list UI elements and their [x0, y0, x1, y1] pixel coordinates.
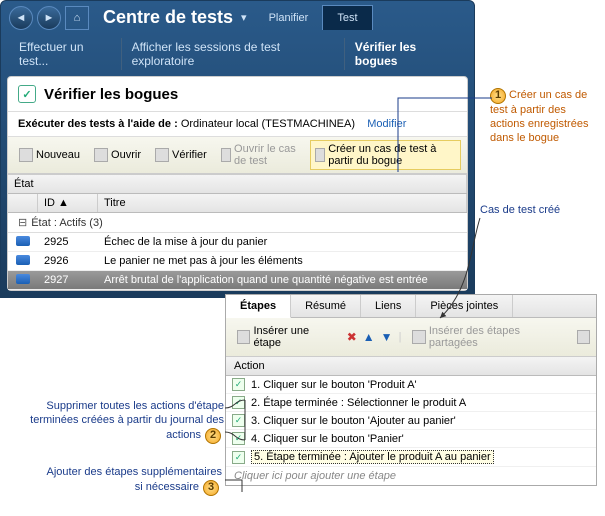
create-case-from-bug-button[interactable]: Créer un cas de test à partir du bogue — [310, 140, 461, 170]
collapse-icon[interactable]: ⊟ — [18, 217, 27, 229]
table-row[interactable]: 2925 Échec de la mise à jour du panier — [8, 233, 467, 252]
step-icon: ✓ — [232, 451, 245, 464]
table-row-selected[interactable]: 2927 Arrêt brutal de l'application quand… — [8, 271, 467, 290]
verify-btn-icon — [155, 148, 169, 162]
group-row[interactable]: ⊟État : Actifs (3) — [8, 213, 467, 233]
modify-link[interactable]: Modifier — [367, 118, 406, 130]
col-id[interactable]: ID ▲ — [38, 194, 98, 212]
add-step-placeholder[interactable]: Cliquer ici pour ajouter une étape — [226, 467, 596, 485]
detail-tab-summary[interactable]: Résumé — [291, 295, 361, 317]
dropdown-icon[interactable]: ▾ — [241, 11, 247, 24]
subnav-run-test[interactable]: Effectuer un test... — [9, 38, 122, 70]
tab-test[interactable]: Test — [322, 5, 372, 30]
home-button[interactable]: ⌂ — [65, 6, 89, 30]
panel-title: Vérifier les bogues — [44, 86, 178, 103]
open-icon — [94, 148, 108, 162]
annotation-3: Ajouter des étapes supplémentaires si né… — [44, 466, 222, 496]
forward-button[interactable]: ► — [37, 6, 61, 30]
subnav-verify-bugs[interactable]: Vérifier les bogues — [345, 38, 466, 70]
step-row[interactable]: ✓1. Cliquer sur le bouton 'Produit A' — [226, 376, 596, 394]
detail-tab-attachments[interactable]: Pièces jointes — [416, 295, 513, 317]
annotation-case-created: Cas de test créé — [480, 204, 570, 218]
back-button[interactable]: ◄ — [9, 6, 33, 30]
step-row-selected[interactable]: ✓5. Étape terminée : Ajouter le produit … — [226, 448, 596, 467]
state-active-icon — [16, 274, 30, 284]
annotation-1: 1Créer un cas de test à partir des actio… — [490, 88, 600, 145]
annotation-2: Supprimer toutes les actions d'étape ter… — [6, 400, 224, 444]
create-case-icon — [315, 148, 325, 162]
verify-button[interactable]: Vérifier — [150, 145, 212, 165]
step-icon: ✓ — [232, 396, 245, 409]
table-row[interactable]: 2926 Le panier ne met pas à jour les élé… — [8, 252, 467, 271]
subnav-exploratory[interactable]: Afficher les sessions de test exploratoi… — [122, 38, 345, 70]
run-label: Exécuter des tests à l'aide de : — [18, 118, 178, 130]
app-title: Centre de tests — [103, 7, 233, 28]
delete-step-icon[interactable]: ✖ — [347, 330, 357, 344]
action-col-header: Action — [226, 357, 596, 376]
col-title[interactable]: Titre — [98, 194, 467, 212]
run-value: Ordinateur local (TESTMACHINEA) — [181, 118, 355, 130]
step-row[interactable]: ✓3. Cliquer sur le bouton 'Ajouter au pa… — [226, 412, 596, 430]
state-active-icon — [16, 255, 30, 265]
new-button[interactable]: Nouveau — [14, 145, 85, 165]
step-row[interactable]: ✓4. Cliquer sur le bouton 'Panier' — [226, 430, 596, 448]
insert-step-button[interactable]: Insérer une étape — [232, 322, 341, 352]
col-blank[interactable] — [8, 194, 38, 212]
detail-tab-steps[interactable]: Étapes — [226, 295, 291, 318]
step-icon: ✓ — [232, 414, 245, 427]
move-up-icon[interactable]: ▲ — [363, 330, 375, 344]
step-row[interactable]: ✓2. Étape terminée : Sélectionner le pro… — [226, 394, 596, 412]
detail-tab-links[interactable]: Liens — [361, 295, 416, 317]
insert-shared-icon — [412, 330, 425, 344]
verify-icon: ✓ — [18, 85, 36, 103]
extra-tool-icon[interactable] — [577, 330, 590, 344]
insert-step-icon — [237, 330, 250, 344]
open-case-button[interactable]: Ouvrir le cas de test — [216, 140, 306, 170]
tab-planifier[interactable]: Planifier — [255, 6, 323, 30]
move-down-icon[interactable]: ▼ — [381, 330, 393, 344]
new-icon — [19, 148, 33, 162]
state-active-icon — [16, 236, 30, 246]
step-icon: ✓ — [232, 432, 245, 445]
open-case-icon — [221, 148, 231, 162]
open-button[interactable]: Ouvrir — [89, 145, 146, 165]
insert-shared-button[interactable]: Insérer des étapes partagées — [407, 322, 570, 352]
step-icon: ✓ — [232, 378, 245, 391]
state-col-header[interactable]: État — [8, 175, 467, 193]
